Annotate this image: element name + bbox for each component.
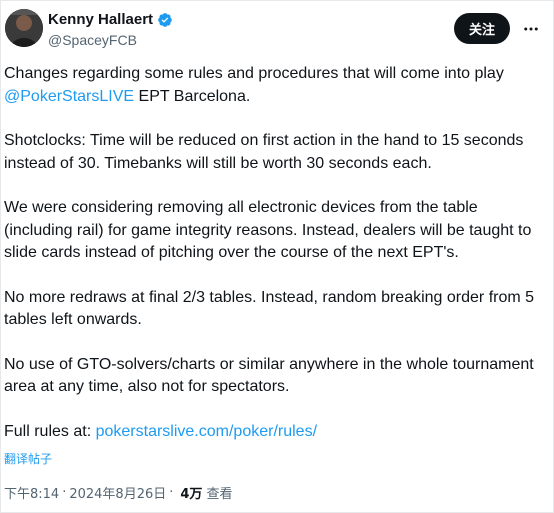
avatar-image xyxy=(5,9,43,47)
more-options-button[interactable] xyxy=(519,17,543,41)
user-handle[interactable]: @SpaceyFCB xyxy=(48,32,137,48)
tweet-paragraph-rules: Full rules at: pokerstarslive.com/poker/… xyxy=(4,421,544,444)
tweet-paragraph-intro: Changes regarding some rules and procedu… xyxy=(4,63,544,108)
post-time[interactable]: 下午8:14 xyxy=(4,483,59,502)
mention-link[interactable]: @PokerStarsLIVE xyxy=(4,88,134,105)
intro-text: Changes regarding some rules and procedu… xyxy=(4,65,504,82)
views-count: 4万 xyxy=(180,487,203,502)
tweet-paragraph-redraws: No more redraws at final 2/3 tables. Ins… xyxy=(4,288,535,329)
tweet-text: Changes regarding some rules and procedu… xyxy=(4,63,544,465)
tweet-header: Kenny Hallaert @SpaceyFCB 关注 xyxy=(1,1,553,57)
views-label: 查看 xyxy=(206,487,233,502)
tweet-card: Kenny Hallaert @SpaceyFCB 关注 Changes reg… xyxy=(0,0,554,513)
verified-badge-icon xyxy=(157,12,173,28)
more-horizontal-icon xyxy=(524,27,538,31)
meta-separator: · xyxy=(62,485,67,500)
follow-button[interactable]: 关注 xyxy=(454,13,510,44)
tweet-meta: 下午8:14 · 2024年8月26日 · 4万 查看 xyxy=(4,483,232,502)
rules-link[interactable]: pokerstarslive.com/poker/rules/ xyxy=(96,423,317,440)
intro-tail: EPT Barcelona. xyxy=(134,87,251,105)
meta-separator-2: · xyxy=(169,485,174,500)
rules-text: Full rules at: xyxy=(4,422,96,440)
tweet-paragraph-shotclocks: Shotclocks: Time will be reduced on firs… xyxy=(4,132,524,172)
post-date[interactable]: 2024年8月26日 xyxy=(69,483,166,502)
tweet-paragraph-gto: No use of GTO-solvers/charts or similar … xyxy=(4,355,534,396)
name-row: Kenny Hallaert xyxy=(48,11,173,28)
avatar[interactable] xyxy=(5,9,43,47)
display-name[interactable]: Kenny Hallaert xyxy=(48,11,153,28)
tweet-paragraph-devices: We were considering removing all electro… xyxy=(4,199,532,261)
translate-post-link[interactable]: 翻译帖子 xyxy=(4,450,52,467)
